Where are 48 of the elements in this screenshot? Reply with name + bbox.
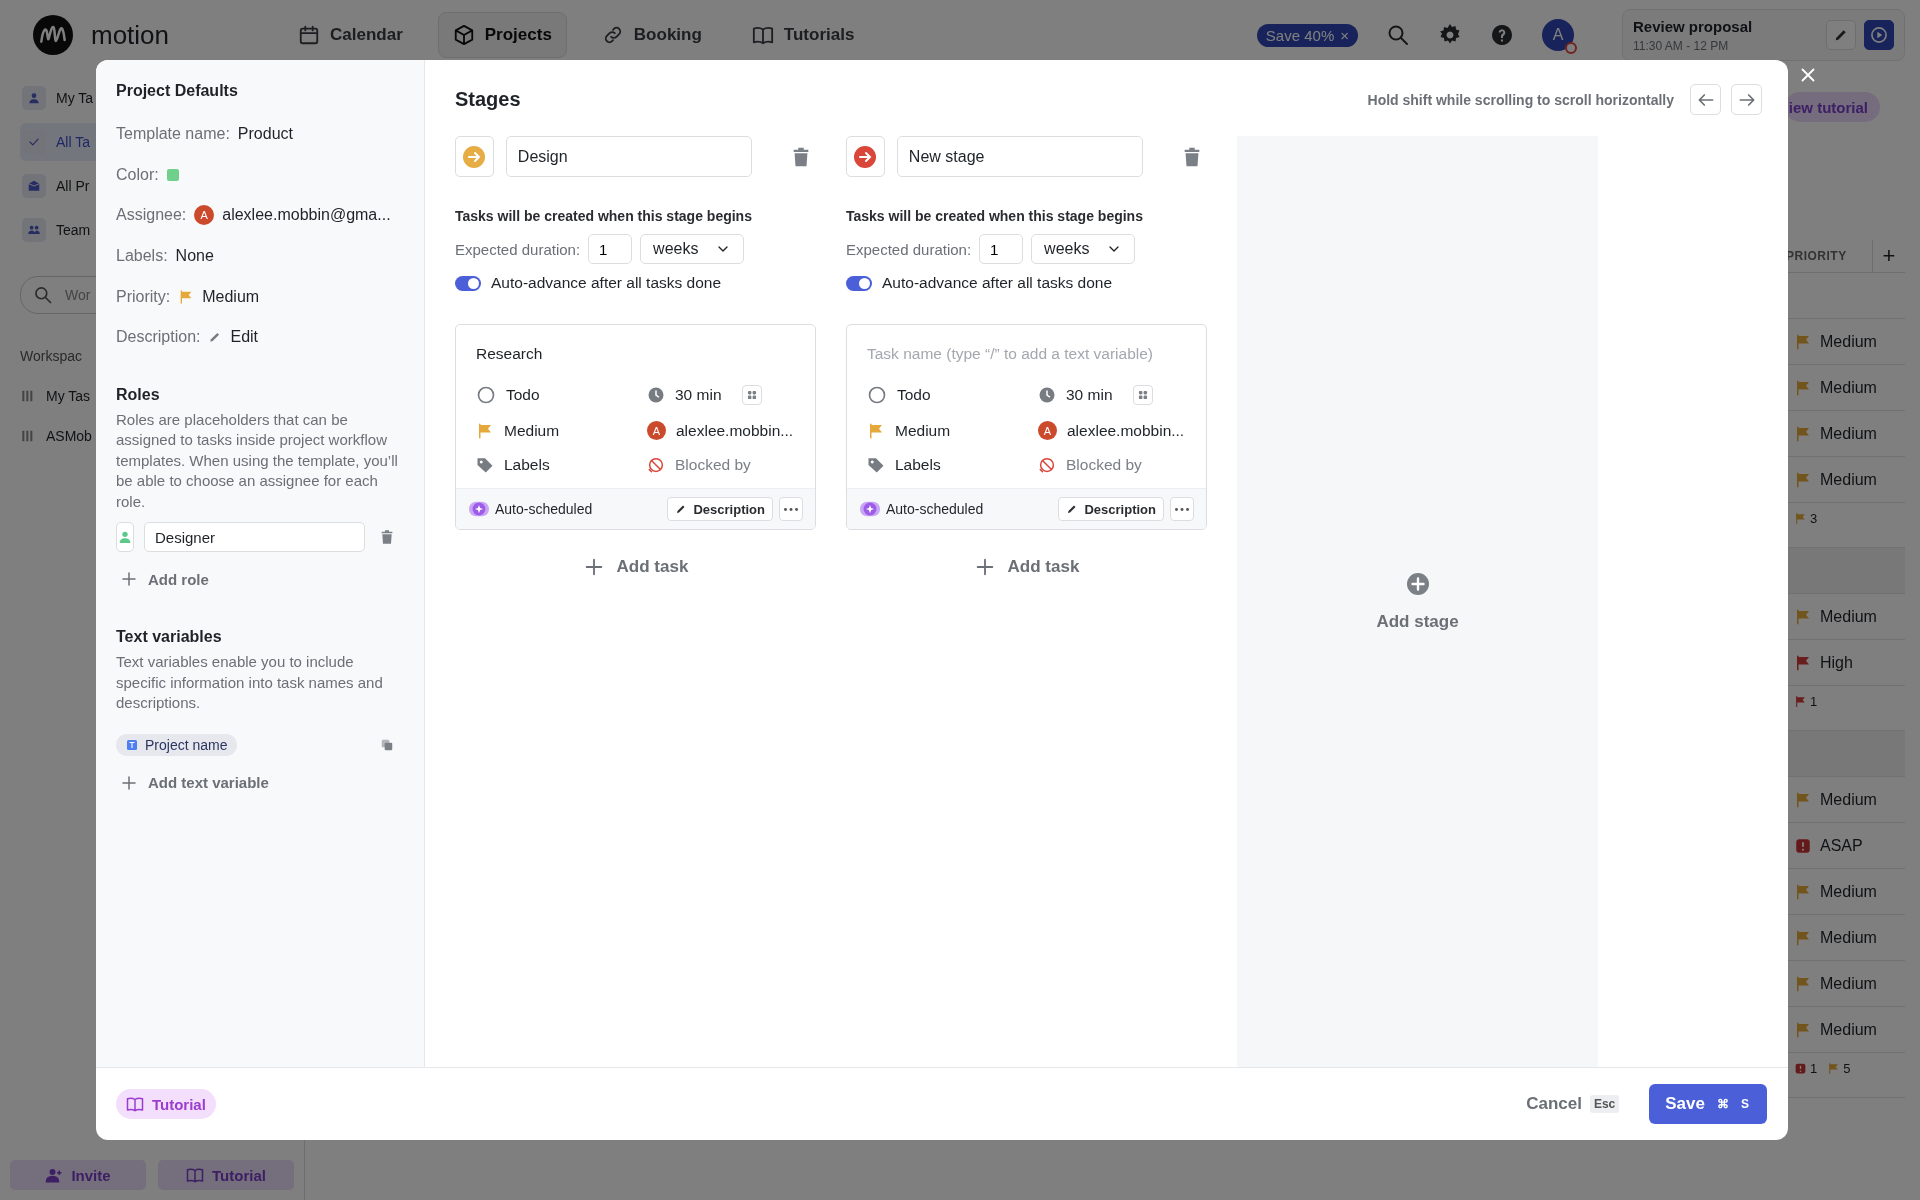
scroll-hint: Hold shift while scrolling to scroll horizontally <box>1367 91 1674 108</box>
field-label: Priority: <box>116 287 171 306</box>
field-label: Labels: <box>116 247 168 266</box>
priority-label: ASAP <box>1820 836 1863 855</box>
logo-text: motion <box>91 19 170 51</box>
priority-label: Medium <box>1820 928 1877 947</box>
priority-label: Medium <box>1820 332 1877 351</box>
section-title: Roles <box>116 385 161 404</box>
section-description: Roles are placeholders that can be assigned to tasks inside project workflow templates. When using the template, you’ll be able to choose an assignee for each role. <box>116 409 398 512</box>
priority-count: 1 <box>1810 694 1818 709</box>
sidebar-label: All Ta <box>56 134 90 150</box>
priority-count: 5 <box>1843 1061 1851 1076</box>
duration-label: Expected duration: <box>455 240 581 258</box>
priority-label: Medium <box>1820 1020 1877 1039</box>
sidebar-label: My Ta <box>56 90 94 106</box>
field-label: Assignee: <box>116 206 187 225</box>
assignee-avatar: A <box>194 205 215 226</box>
field-label: Template name: <box>116 125 230 144</box>
workspace-label: My Tas <box>46 388 91 404</box>
section-description: Text variables enable you to include specific information into task names and descriptions. <box>116 652 384 714</box>
priority-label: Medium <box>1820 470 1877 489</box>
event-title: Review proposal <box>1633 17 1754 35</box>
priority-label: Medium <box>1820 790 1877 809</box>
event-time: 11:30 AM - 12 PM <box>1633 38 1730 53</box>
stages-title: Stages <box>455 88 522 111</box>
priority-count: 1 <box>1810 1061 1818 1076</box>
priority-label: Medium <box>1820 424 1877 443</box>
priority-label: Medium <box>1820 882 1877 901</box>
section-label: Workspac <box>20 348 83 364</box>
sidebar-label: All Pr <box>56 178 90 194</box>
add-stage-label: Add stage <box>1376 612 1459 632</box>
field-label: Description: <box>116 328 201 347</box>
workspace-label: ASMob <box>46 428 92 444</box>
stage-note: Tasks will be created when this stage begins <box>455 208 753 224</box>
field-label: Color: <box>116 165 159 184</box>
toggle-label: Auto-advance after all tasks done <box>882 274 1113 292</box>
priority-label: Medium <box>1820 607 1877 626</box>
section-title: Text variables <box>116 628 223 647</box>
search-placeholder: Wor <box>65 287 91 303</box>
priority-label: Medium <box>1820 378 1877 397</box>
priority-label: High <box>1820 653 1853 672</box>
stage-note: Tasks will be created when this stage begins <box>846 208 1144 224</box>
duration-label: Expected duration: <box>846 240 972 258</box>
sidebar-label: Team <box>56 222 91 238</box>
priority-label: Medium <box>1820 974 1877 993</box>
priority-count: 3 <box>1810 511 1818 526</box>
panel-title: Project Defaults <box>116 82 239 100</box>
toggle-label: Auto-advance after all tasks done <box>491 274 722 292</box>
